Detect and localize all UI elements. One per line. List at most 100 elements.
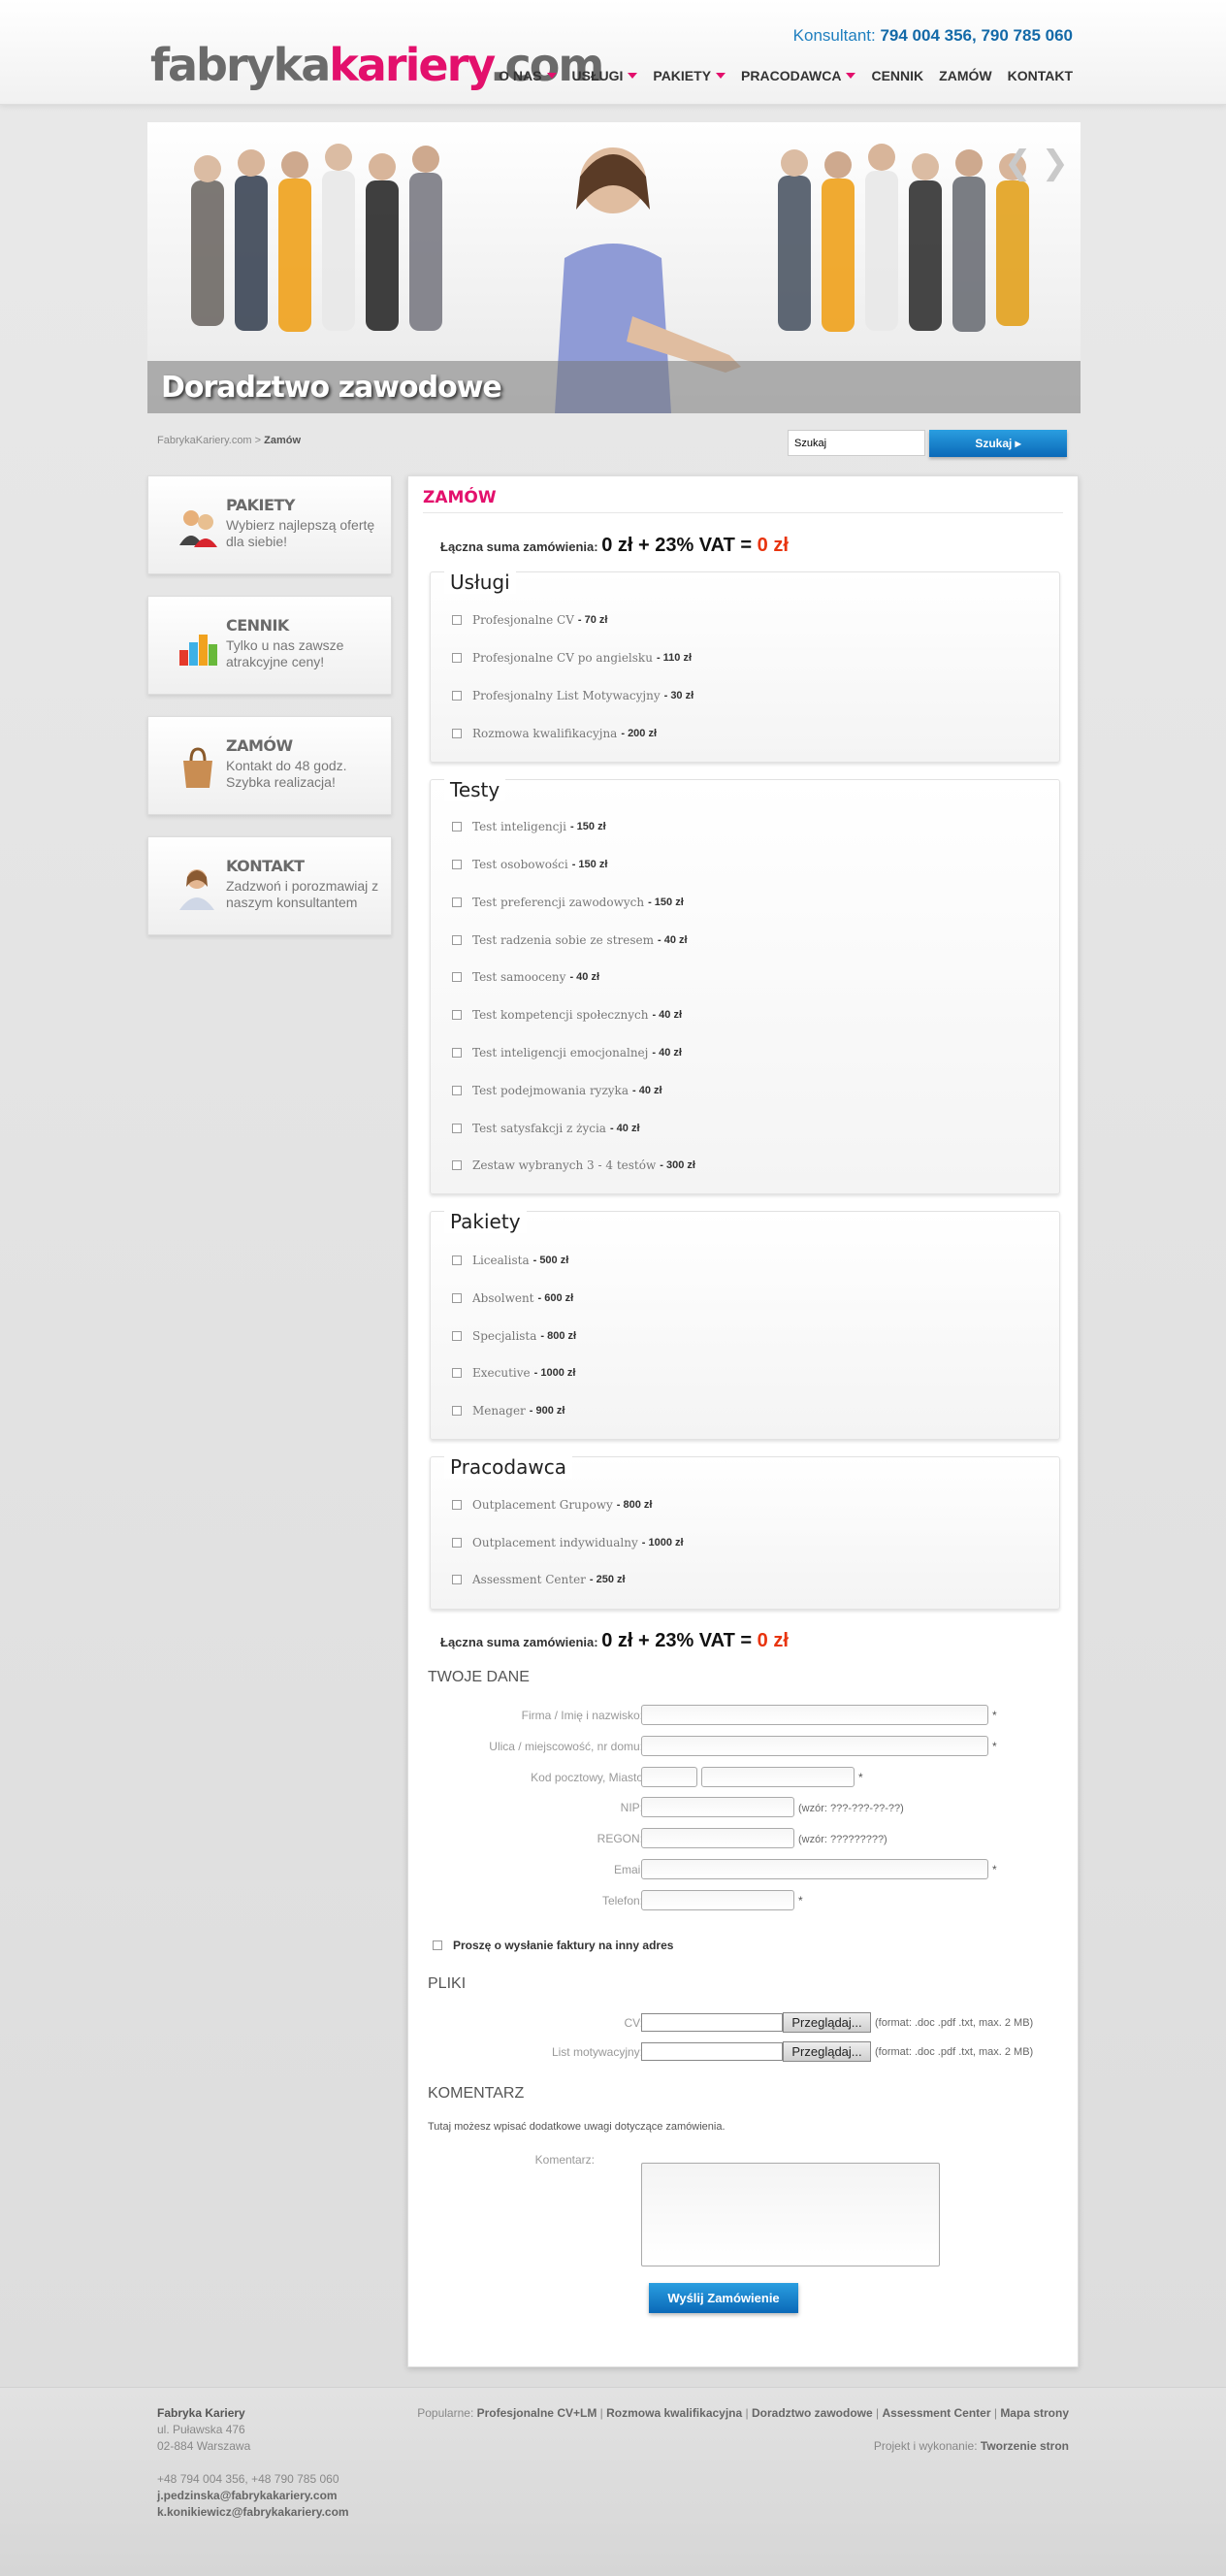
street-field[interactable]: [641, 1736, 988, 1756]
option-pakiet[interactable]: Specjalista - 800 zł: [452, 1329, 576, 1343]
option-test[interactable]: Test inteligencji emocjonalnej - 40 zł: [452, 1046, 682, 1060]
option-test[interactable]: Zestaw wybranych 3 - 4 testów - 300 zł: [452, 1158, 695, 1172]
slider-next-icon[interactable]: ❯: [1042, 144, 1070, 182]
label-email: Email: [613, 1863, 643, 1876]
page-title: ZAMÓW: [423, 488, 497, 507]
checkbox[interactable]: [452, 1368, 462, 1378]
fieldset-pakiety: Pakiety Licealista - 500 zł Absolwent - 60…: [430, 1210, 1060, 1440]
breadcrumb: FabrykaKariery.com > Zamów: [157, 435, 302, 446]
slider-prev-icon[interactable]: ❮: [1004, 144, 1032, 182]
checkbox[interactable]: [433, 1940, 442, 1950]
checkbox[interactable]: [452, 1575, 462, 1584]
footer-link[interactable]: Mapa strony: [1000, 2406, 1069, 2420]
section-heading-pliki: PLIKI: [428, 1975, 467, 1992]
checkbox[interactable]: [452, 1406, 462, 1416]
nip-field[interactable]: [641, 1797, 794, 1817]
letter-browse-button[interactable]: Przeglądaj...: [783, 2041, 871, 2062]
order-total-top: Łączna suma zamówienia: 0 zł + 23% VAT =…: [440, 535, 789, 556]
checkbox[interactable]: [452, 822, 462, 831]
checkbox[interactable]: [452, 860, 462, 869]
option-test[interactable]: Test kompetencji społecznych - 40 zł: [452, 1008, 682, 1022]
checkbox[interactable]: [452, 1538, 462, 1548]
sidebar-item-pakiety[interactable]: PAKIETY Wybierz najlepszą ofertę dla sie…: [147, 475, 392, 574]
checkbox[interactable]: [452, 653, 462, 663]
search-button[interactable]: Szukaj ▸: [929, 430, 1067, 457]
letter-file-input[interactable]: [641, 2042, 783, 2061]
label-nip: NIP:: [620, 1801, 643, 1814]
cv-browse-button[interactable]: Przeglądaj...: [783, 2012, 871, 2033]
sidebar-item-kontakt[interactable]: KONTAKT Zadzwoń i porozmawiaj z naszym k…: [147, 836, 392, 935]
checkbox[interactable]: [452, 1086, 462, 1095]
checkbox[interactable]: [452, 615, 462, 625]
nav-item-zamow[interactable]: ZAMÓW: [939, 68, 991, 83]
sidebar-item-zamow[interactable]: ZAMÓW Kontakt do 48 godz. Szybka realiza…: [147, 716, 392, 815]
sidebar-item-cennik[interactable]: CENNIK Tylko u nas zawsze atrakcyjne cen…: [147, 596, 392, 695]
site-header: fabrykakariery.com Konsultant: 794 004 3…: [0, 0, 1226, 105]
checkbox[interactable]: [452, 1331, 462, 1341]
checkbox[interactable]: [452, 1048, 462, 1058]
checkbox[interactable]: [452, 729, 462, 738]
option-test[interactable]: Test radzenia sobie ze stresem - 40 zł: [452, 933, 688, 947]
footer-email-link[interactable]: k.konikiewicz@fabrykakariery.com: [157, 2504, 349, 2521]
postal-code-field[interactable]: [641, 1767, 697, 1787]
footer-link[interactable]: Profesjonalne CV+LM: [477, 2406, 597, 2420]
nav-item-kontakt[interactable]: KONTAKT: [1008, 68, 1073, 83]
option-test[interactable]: Test samooceny - 40 zł: [452, 970, 599, 984]
checkbox[interactable]: [452, 1255, 462, 1265]
checkbox[interactable]: [452, 1124, 462, 1133]
footer-link[interactable]: Doradztwo zawodowe: [752, 2406, 873, 2420]
footer-email-link[interactable]: j.pedzinska@fabrykakariery.com: [157, 2488, 349, 2504]
phone-field[interactable]: [641, 1890, 794, 1910]
option-test[interactable]: Test osobowości - 150 zł: [452, 858, 607, 871]
company-field[interactable]: [641, 1705, 988, 1725]
nav-item-pakiety[interactable]: PAKIETY: [653, 68, 726, 83]
regon-field[interactable]: [641, 1828, 794, 1848]
checkbox[interactable]: [452, 1293, 462, 1303]
checkbox[interactable]: [452, 1010, 462, 1020]
caret-down-icon: [546, 73, 557, 79]
section-heading-komentarz: KOMENTARZ: [428, 2085, 525, 2102]
consultant-phones: Konsultant: 794 004 356, 790 785 060: [792, 26, 1073, 45]
option-test[interactable]: Test preferencji zawodowych - 150 zł: [452, 896, 684, 909]
nav-item-cennik[interactable]: CENNIK: [871, 68, 923, 83]
option-pakiet[interactable]: Menager - 900 zł: [452, 1404, 565, 1418]
label-cv: CV:: [624, 2016, 643, 2030]
option-test[interactable]: Test podejmowania ryzyka - 40 zł: [452, 1084, 662, 1097]
option-pakiet[interactable]: Absolwent - 600 zł: [452, 1291, 573, 1305]
nav-item-pracodawca[interactable]: PRACODAWCA: [741, 68, 856, 83]
checkbox[interactable]: [452, 935, 462, 945]
option-cv-angielski[interactable]: Profesjonalne CV po angielsku - 110 zł: [452, 651, 692, 665]
section-heading-twoje-dane: TWOJE DANE: [428, 1669, 530, 1685]
label-postal: Kod pocztowy, Miasto: [531, 1771, 643, 1784]
sidebar: PAKIETY Wybierz najlepszą ofertę dla sie…: [147, 475, 392, 957]
checkbox[interactable]: [452, 897, 462, 907]
checkbox[interactable]: [452, 972, 462, 982]
footer-credit-link[interactable]: Tworzenie stron: [981, 2439, 1069, 2453]
option-profesjonalne-cv[interactable]: Profesjonalne CV - 70 zł: [452, 613, 607, 627]
invoice-checkbox[interactable]: Proszę o wysłanie faktury na inny adres: [433, 1939, 673, 1952]
option-rozmowa[interactable]: Rozmowa kwalifikacyjna - 200 zł: [452, 727, 657, 740]
option-pakiet[interactable]: Licealista - 500 zł: [452, 1254, 568, 1267]
email-field[interactable]: [641, 1859, 988, 1879]
option-pracodawca[interactable]: Outplacement indywidualny - 1000 zł: [452, 1536, 684, 1549]
nav-item-uslugi[interactable]: USŁUGI: [572, 68, 638, 83]
option-pracodawca[interactable]: Assessment Center - 250 zł: [452, 1573, 626, 1586]
option-test[interactable]: Test inteligencji - 150 zł: [452, 820, 606, 833]
checkbox[interactable]: [452, 1500, 462, 1510]
checkbox[interactable]: [452, 691, 462, 701]
option-test[interactable]: Test satysfakcji z życia - 40 zł: [452, 1122, 640, 1135]
footer-link[interactable]: Rozmowa kwalifikacyjna: [606, 2406, 742, 2420]
footer-link[interactable]: Assessment Center: [882, 2406, 990, 2420]
submit-order-button[interactable]: Wyślij Zamówienie: [649, 2283, 798, 2313]
checkbox[interactable]: [452, 1160, 462, 1170]
breadcrumb-home[interactable]: FabrykaKariery.com: [157, 435, 252, 446]
label-letter: List motywacyjny:: [551, 2045, 643, 2059]
option-pakiet[interactable]: Executive - 1000 zł: [452, 1366, 575, 1380]
comment-textarea[interactable]: [641, 2163, 940, 2266]
option-list-motywacyjny[interactable]: Profesjonalny List Motywacyjny - 30 zł: [452, 689, 694, 702]
nav-item-o-nas[interactable]: O NAS: [499, 68, 557, 83]
search-input[interactable]: [788, 430, 925, 456]
option-pracodawca[interactable]: Outplacement Grupowy - 800 zł: [452, 1498, 652, 1512]
city-field[interactable]: [701, 1767, 855, 1787]
cv-file-input[interactable]: [641, 2013, 783, 2032]
